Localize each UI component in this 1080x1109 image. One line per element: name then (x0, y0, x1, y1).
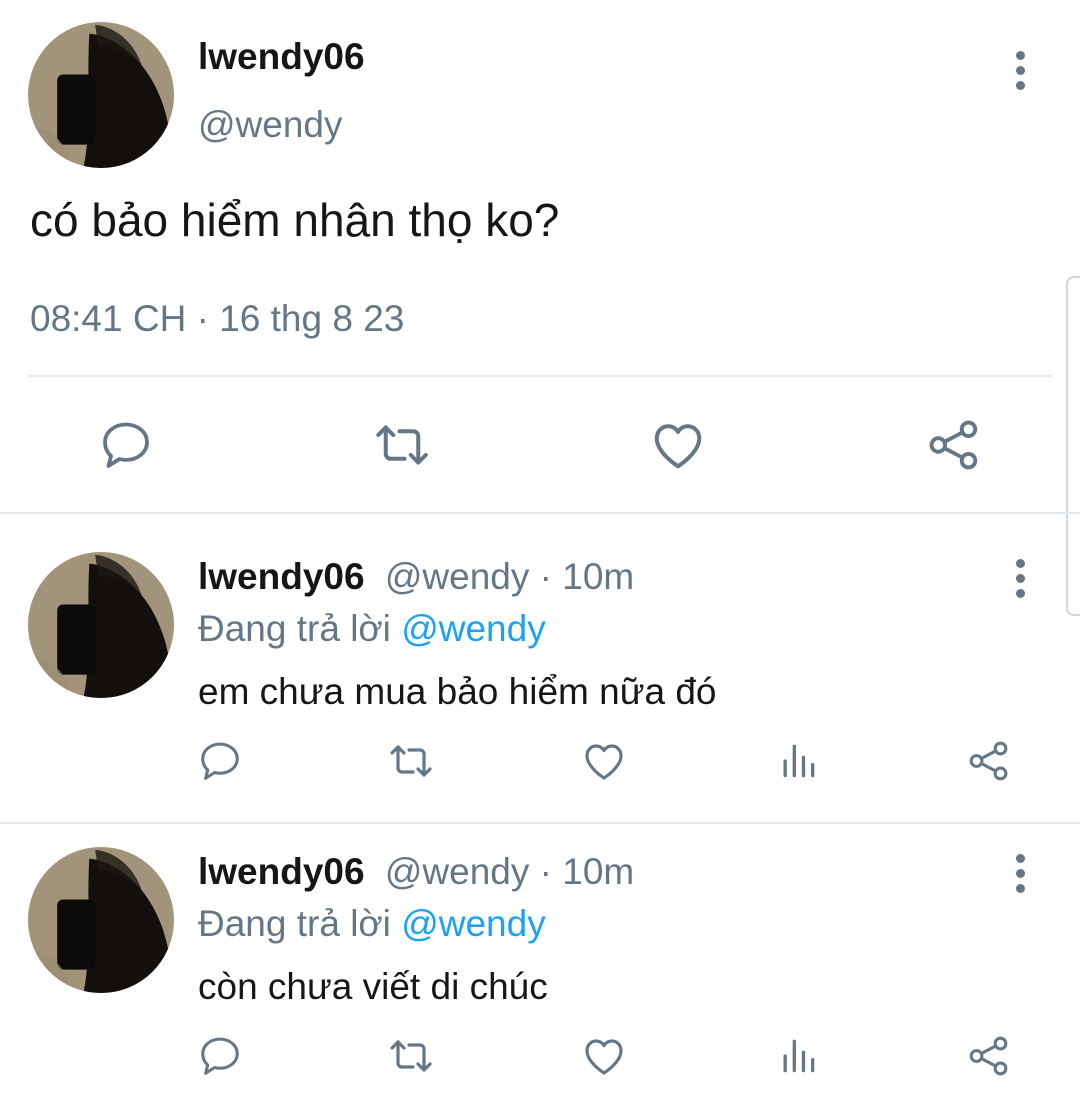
dot-icon (1015, 573, 1025, 583)
dot-icon (1015, 80, 1025, 90)
like-icon (648, 415, 708, 475)
share-icon (966, 738, 1012, 784)
avatar[interactable] (28, 552, 174, 698)
reply-text: em chưa mua bảo hiểm nữa đó (198, 671, 717, 712)
divider (28, 375, 1052, 377)
like-icon (580, 737, 628, 785)
reply-button[interactable] (195, 736, 245, 786)
user-handle[interactable]: @wendy (385, 556, 530, 597)
tweet-text: có bảo hiểm nhân thọ ko? (30, 194, 560, 246)
tweet-timestamp: 08:41 CH · 16 thg 8 23 (30, 298, 405, 339)
dot-icon (1015, 883, 1025, 893)
replying-to-link[interactable]: @wendy (401, 903, 546, 944)
retweet-button[interactable] (386, 736, 436, 786)
display-name[interactable]: lwendy06 (198, 851, 365, 892)
reply-icon (98, 417, 154, 473)
replying-label: Đang trả lời (198, 903, 402, 944)
reply-text: còn chưa viết di chúc (198, 966, 548, 1007)
reply-button[interactable] (195, 1031, 245, 1081)
retweet-icon (387, 737, 435, 785)
separator: · (529, 851, 563, 892)
analytics-icon (776, 1034, 820, 1078)
separator: · (529, 556, 563, 597)
more-options-button[interactable] (1000, 548, 1040, 608)
user-handle[interactable]: @wendy (198, 104, 343, 146)
display-name[interactable]: lwendy06 (198, 556, 365, 597)
analytics-icon (776, 739, 820, 783)
replying-label: Đang trả lời (198, 608, 402, 649)
dot-icon (1015, 65, 1025, 75)
share-icon (925, 416, 983, 474)
retweet-button[interactable] (386, 1031, 436, 1081)
share-button[interactable] (924, 415, 984, 475)
more-options-button[interactable] (1000, 843, 1040, 903)
reply-icon (197, 1033, 243, 1079)
dot-icon (1015, 558, 1025, 568)
reply-time: 10m (562, 851, 635, 892)
replying-to: Đang trả lời @wendy (198, 903, 546, 945)
retweet-icon (372, 415, 432, 475)
share-icon (966, 1033, 1012, 1079)
dot-icon (1015, 588, 1025, 598)
dot-icon (1015, 868, 1025, 878)
dot-icon (1015, 50, 1025, 60)
share-button[interactable] (964, 736, 1014, 786)
reply-header: lwendy06 @wendy · 10m (198, 851, 634, 893)
like-icon (580, 1032, 628, 1080)
dot-icon (1015, 853, 1025, 863)
display-name[interactable]: lwendy06 (198, 36, 365, 78)
replying-to-link[interactable]: @wendy (401, 608, 546, 649)
like-button[interactable] (648, 415, 708, 475)
reply-header: lwendy06 @wendy · 10m (198, 556, 634, 598)
reply-divider (0, 822, 1080, 824)
reply-button[interactable] (96, 415, 156, 475)
more-options-button[interactable] (1000, 40, 1040, 100)
analytics-button[interactable] (773, 736, 823, 786)
share-button[interactable] (964, 1031, 1014, 1081)
reply-time: 10m (562, 556, 635, 597)
replying-to: Đang trả lời @wendy (198, 608, 546, 650)
avatar[interactable] (28, 847, 174, 993)
retweet-icon (387, 1032, 435, 1080)
section-divider (0, 512, 1080, 514)
analytics-button[interactable] (773, 1031, 823, 1081)
scroll-indicator[interactable] (1066, 276, 1080, 616)
like-button[interactable] (579, 1031, 629, 1081)
user-handle[interactable]: @wendy (385, 851, 530, 892)
retweet-button[interactable] (372, 415, 432, 475)
avatar[interactable] (28, 22, 174, 168)
reply-icon (197, 738, 243, 784)
like-button[interactable] (579, 736, 629, 786)
